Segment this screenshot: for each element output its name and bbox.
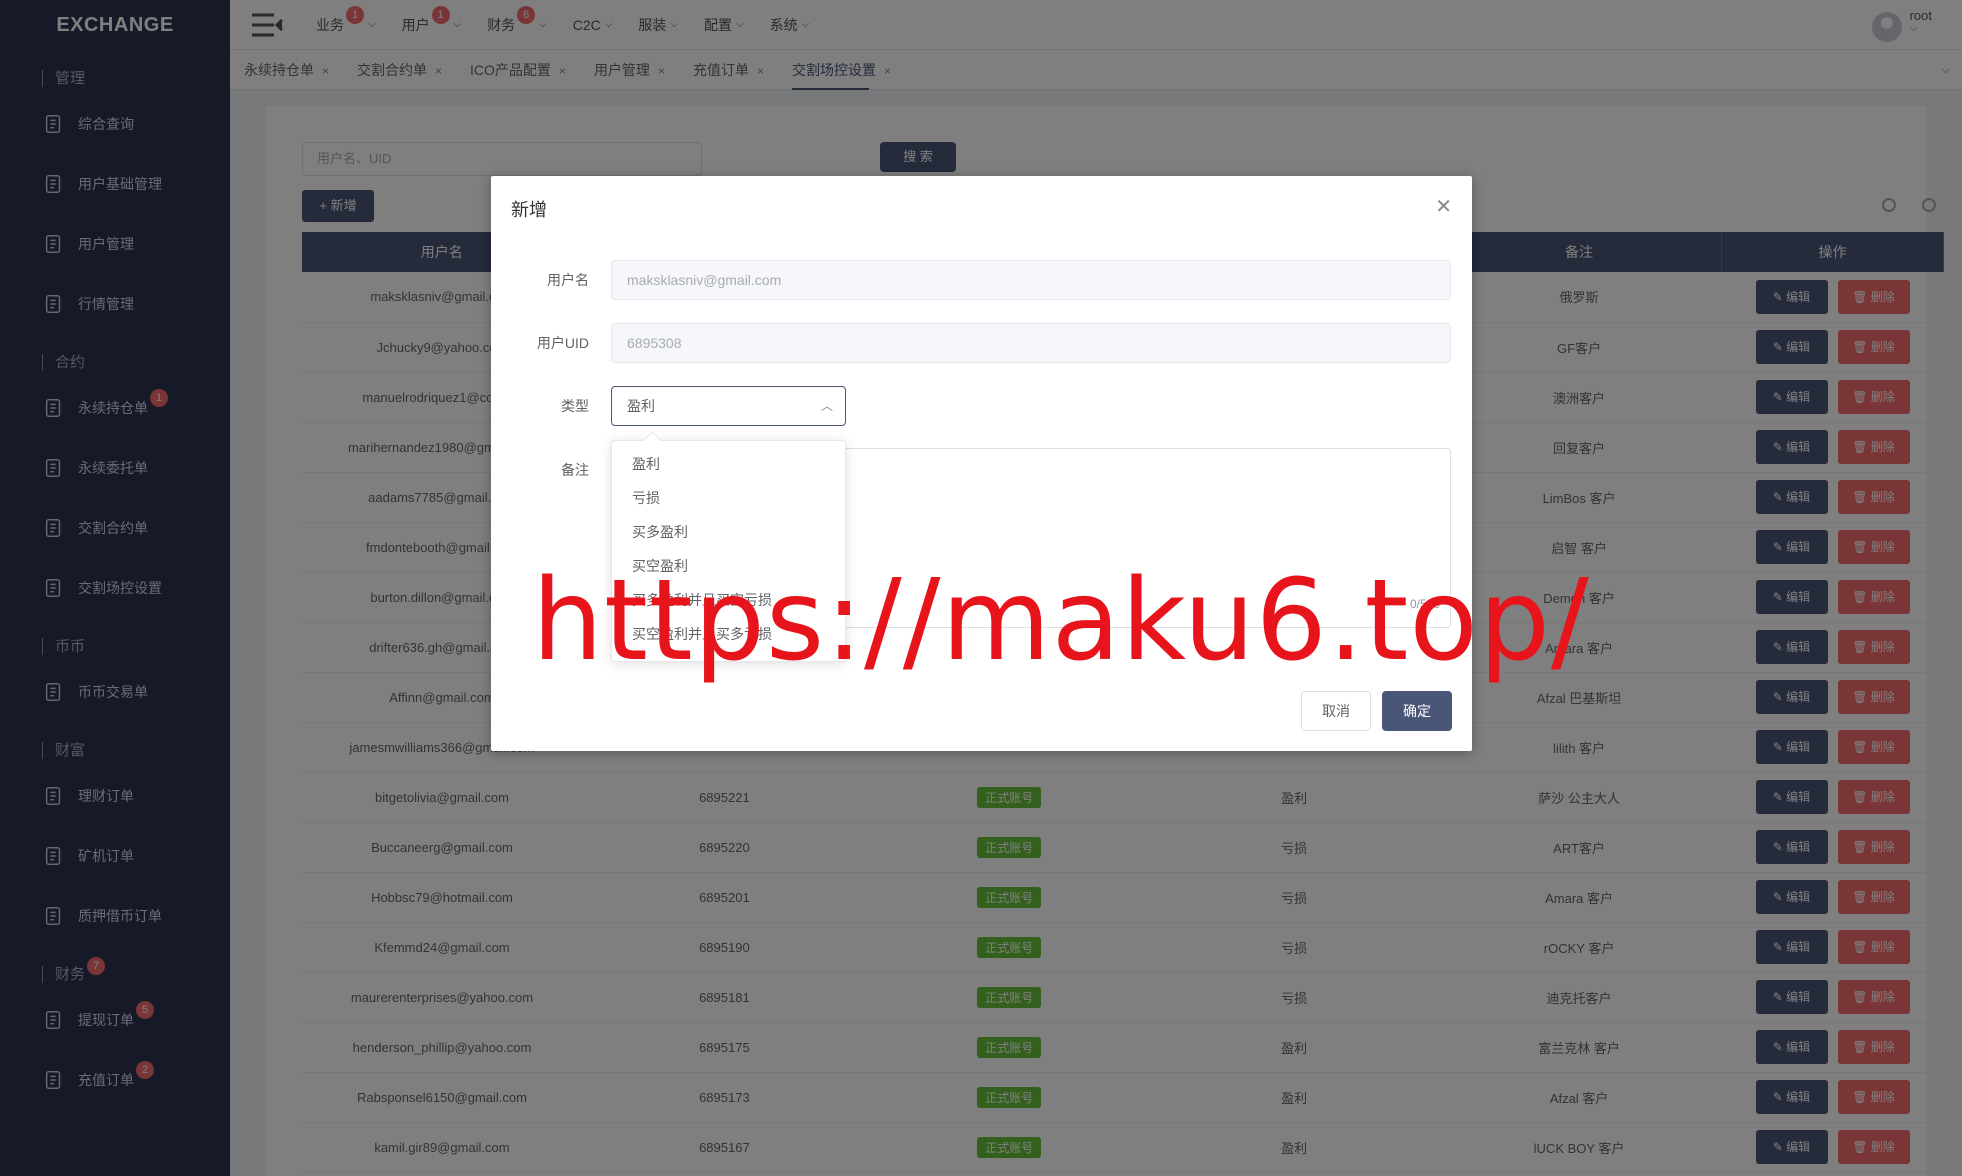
type-select-value: 盈利 <box>627 398 655 414</box>
uid-label: 用户UID <box>536 335 589 351</box>
dropdown-option[interactable]: 盈利 <box>612 447 845 481</box>
note-label: 备注 <box>561 462 589 478</box>
cancel-button[interactable]: 取消 <box>1301 691 1371 731</box>
uid-field[interactable]: 6895308 <box>611 323 1451 363</box>
dropdown-option[interactable]: 买多盈利 <box>612 515 845 549</box>
dropdown-option[interactable]: 亏损 <box>612 481 845 515</box>
username-field[interactable]: maksklasniv@gmail.com <box>611 260 1451 300</box>
close-icon[interactable]: ✕ <box>1435 194 1452 219</box>
chevron-up-icon: ︿ <box>820 399 833 413</box>
watermark-url: https://maku6.top/ <box>532 556 1590 686</box>
type-select[interactable]: 盈利 ︿ <box>611 386 846 426</box>
type-label: 类型 <box>561 398 589 414</box>
username-label: 用户名 <box>547 272 589 288</box>
dialog-title: 新增 <box>511 200 547 220</box>
confirm-button[interactable]: 确定 <box>1382 691 1452 731</box>
